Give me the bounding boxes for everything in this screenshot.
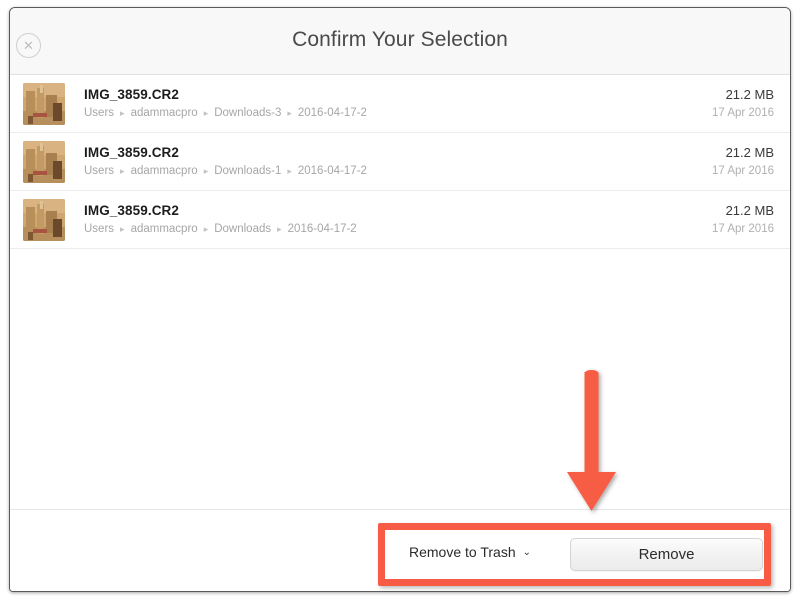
breadcrumb-crumb: adammacpro — [130, 223, 198, 235]
breadcrumb-crumb: 2016-04-17-2 — [287, 223, 357, 235]
photo-thumbnail-icon — [23, 140, 65, 183]
breadcrumb: Users ▸ adammacpro ▸ Downloads-1 ▸ 2016-… — [84, 164, 712, 178]
dialog-header: ✕ Confirm Your Selection — [10, 8, 790, 75]
file-name: IMG_3859.CR2 — [84, 87, 179, 102]
chevron-right-icon: ▸ — [120, 166, 125, 176]
file-date: 17 Apr 2016 — [711, 223, 774, 235]
file-size: 21.2 MB — [725, 87, 774, 102]
file-size: 21.2 MB — [725, 203, 774, 218]
row-meta: 21.2 MB 17 Apr 2016 — [712, 145, 776, 178]
row-meta: 21.2 MB 17 Apr 2016 — [712, 203, 776, 236]
row-meta: 21.2 MB 17 Apr 2016 — [712, 87, 776, 120]
photo-thumbnail-icon — [23, 82, 65, 125]
confirm-selection-dialog: ✕ Confirm Your Selection IMG_3859.CR2 Us… — [9, 7, 791, 592]
breadcrumb-crumb: Users — [84, 107, 115, 119]
file-name: IMG_3859.CR2 — [84, 145, 179, 160]
dialog-footer: Remove to Trash ⌄ Remove — [10, 509, 790, 591]
chevron-right-icon: ▸ — [203, 108, 209, 118]
breadcrumb-crumb: adammacpro — [130, 107, 198, 119]
row-info: IMG_3859.CR2 Users ▸ adammacpro ▸ Downlo… — [65, 145, 712, 178]
chevron-right-icon: ▸ — [277, 224, 282, 234]
file-name: IMG_3859.CR2 — [84, 203, 179, 218]
file-size: 21.2 MB — [725, 145, 774, 160]
file-date: 17 Apr 2016 — [711, 107, 774, 119]
chevron-down-icon: ⌄ — [522, 547, 531, 558]
breadcrumb: Users ▸ adammacpro ▸ Downloads ▸ 2016-04… — [84, 222, 712, 236]
breadcrumb-crumb: adammacpro — [130, 165, 198, 177]
breadcrumb-crumb: 2016-04-17-2 — [297, 165, 367, 177]
breadcrumb-crumb: Users — [84, 165, 115, 177]
chevron-right-icon: ▸ — [120, 108, 125, 118]
page-title: Confirm Your Selection — [292, 28, 508, 51]
breadcrumb-crumb: Downloads — [214, 223, 272, 235]
file-date: 17 Apr 2016 — [711, 165, 774, 177]
breadcrumb: Users ▸ adammacpro ▸ Downloads-3 ▸ 2016-… — [84, 106, 712, 120]
chevron-right-icon: ▸ — [203, 166, 209, 176]
chevron-right-icon: ▸ — [120, 224, 125, 234]
photo-thumbnail-icon — [23, 198, 65, 241]
breadcrumb-crumb: Downloads-3 — [214, 107, 282, 119]
chevron-right-icon: ▸ — [287, 108, 292, 118]
remove-to-trash-label: Remove to Trash — [409, 544, 516, 560]
remove-to-trash-dropdown[interactable]: Remove to Trash ⌄ — [409, 544, 531, 560]
table-row[interactable]: IMG_3859.CR2 Users ▸ adammacpro ▸ Downlo… — [10, 133, 790, 191]
breadcrumb-crumb: Users — [84, 223, 115, 235]
remove-button[interactable]: Remove — [570, 538, 763, 571]
table-row[interactable]: IMG_3859.CR2 Users ▸ adammacpro ▸ Downlo… — [10, 191, 790, 249]
breadcrumb-crumb: 2016-04-17-2 — [297, 107, 367, 119]
row-info: IMG_3859.CR2 Users ▸ adammacpro ▸ Downlo… — [65, 87, 712, 120]
table-row[interactable]: IMG_3859.CR2 Users ▸ adammacpro ▸ Downlo… — [10, 75, 790, 133]
list-empty-area — [10, 249, 790, 507]
chevron-right-icon: ▸ — [287, 166, 292, 176]
breadcrumb-crumb: Downloads-1 — [214, 165, 282, 177]
row-info: IMG_3859.CR2 Users ▸ adammacpro ▸ Downlo… — [65, 203, 712, 236]
chevron-right-icon: ▸ — [203, 224, 209, 234]
file-list: IMG_3859.CR2 Users ▸ adammacpro ▸ Downlo… — [10, 75, 790, 507]
remove-button-label: Remove — [638, 546, 695, 563]
